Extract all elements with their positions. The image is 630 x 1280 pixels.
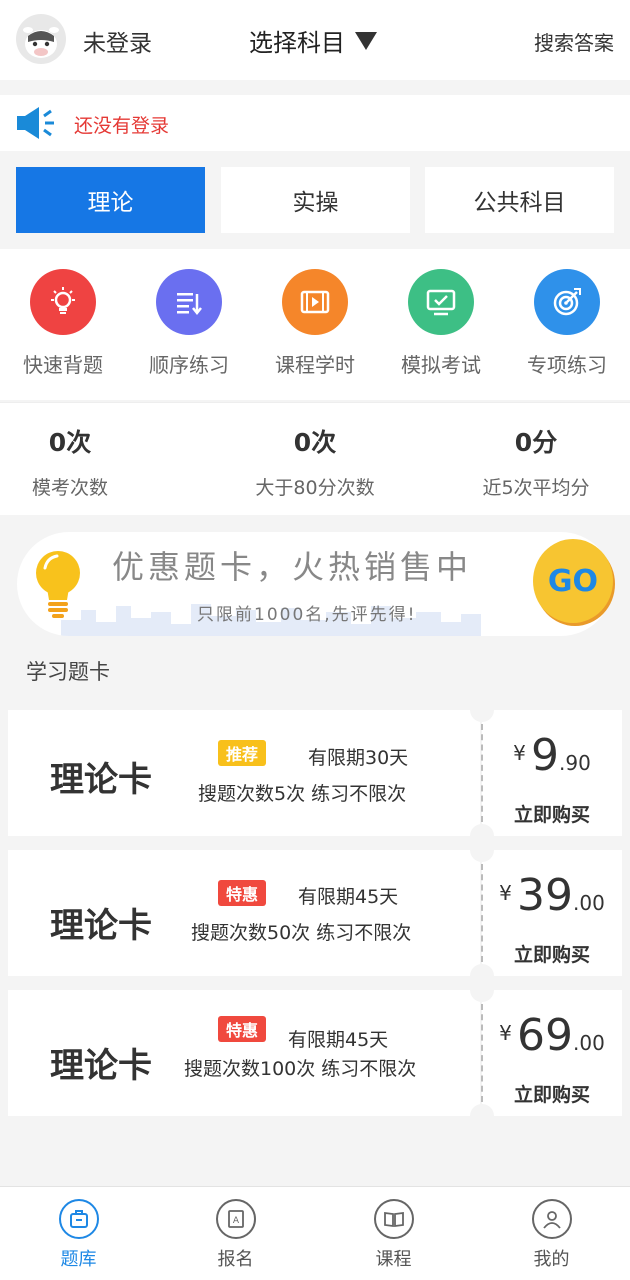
nav-question-bank[interactable]: 题库: [0, 1199, 157, 1271]
nav-label: 题库: [60, 1249, 97, 1270]
tab-public-subject[interactable]: 公共科目: [425, 167, 614, 233]
course-book-icon: [373, 1199, 414, 1239]
feature-grid: 快速背题 顺序练习 课程学时 模拟考试 专项练习: [0, 249, 630, 400]
buy-now-button[interactable]: 立即购买: [482, 940, 622, 967]
nav-register[interactable]: A 报名: [157, 1199, 314, 1271]
nav-label: 我的: [533, 1249, 570, 1270]
tab-theory[interactable]: 理论: [16, 167, 205, 233]
exam-stats: 0次 模考次数 0次 大于80分次数 0分 近5次平均分: [0, 402, 630, 515]
promo-title: 优惠题卡，火热销售中: [112, 548, 473, 586]
stat-value: 0分: [514, 428, 558, 457]
profile-icon: [531, 1199, 572, 1239]
register-icon: A: [215, 1199, 256, 1239]
list-order-icon: [156, 269, 222, 335]
avatar[interactable]: [16, 14, 66, 64]
nav-profile[interactable]: 我的: [473, 1199, 630, 1271]
nav-label: 课程: [375, 1249, 412, 1270]
buy-now-button[interactable]: 立即购买: [482, 800, 622, 827]
dropdown-triangle-icon: [355, 32, 377, 50]
card-description: 搜题次数50次 练习不限次: [191, 922, 412, 944]
card-price: ¥ 69.00: [482, 1010, 622, 1061]
go-label: GO: [547, 563, 599, 599]
lightbulb-icon: [30, 269, 96, 335]
lightbulb-icon: [31, 546, 85, 626]
nav-label: 报名: [217, 1249, 254, 1270]
cow-avatar-icon: [23, 27, 59, 58]
currency-symbol: ¥: [499, 1021, 512, 1045]
login-notice-bar[interactable]: 还没有登录: [0, 95, 630, 151]
question-bank-icon: [58, 1199, 99, 1239]
study-card: ¥ 39.00 立即购买 理论卡 特惠 有限期45天 搜题次数50次 练习不限次: [8, 838, 622, 988]
card-price: ¥ 39.00: [482, 870, 622, 921]
feature-label: 课程学时: [275, 353, 355, 377]
subject-select-label: 选择科目: [249, 29, 345, 57]
stat-avg-score: 0分 近5次平均分: [431, 423, 630, 500]
feature-special-practice[interactable]: 专项练习: [504, 269, 630, 378]
card-divider: [481, 864, 483, 962]
card-description: 搜题次数5次 练习不限次: [198, 783, 407, 805]
price-integer: 69: [517, 1010, 573, 1061]
card-name: 理论卡: [50, 1046, 152, 1086]
feature-label: 快速背题: [23, 353, 103, 377]
price-decimal: .90: [559, 751, 591, 775]
feature-label: 模拟考试: [401, 353, 481, 377]
special-offer-badge: 特惠: [218, 1016, 267, 1042]
card-price-panel[interactable]: ¥ 9.90 立即购买: [482, 710, 622, 836]
card-validity: 有限期45天: [298, 886, 399, 908]
buy-now-button[interactable]: 立即购买: [482, 1080, 622, 1107]
currency-symbol: ¥: [513, 741, 526, 765]
promo-banner[interactable]: 优惠题卡，火热销售中 只限前1000名,先评先得!: [17, 532, 613, 636]
monitor-check-icon: [408, 269, 474, 335]
stat-label: 模考次数: [31, 477, 108, 499]
price-decimal: .00: [573, 891, 605, 915]
special-offer-badge: 特惠: [218, 880, 267, 906]
promo-subtitle: 只限前1000名,先评先得!: [197, 605, 417, 625]
price-integer: 39: [517, 870, 573, 921]
card-validity: 有限期45天: [288, 1029, 389, 1051]
app-header: 未登录 选择科目 搜索答案: [0, 0, 630, 80]
tab-practical[interactable]: 实操: [221, 167, 410, 233]
feature-sequential-practice[interactable]: 顺序练习: [126, 269, 252, 378]
feature-quick-review[interactable]: 快速背题: [0, 269, 126, 378]
section-title-study-cards: 学习题卡: [26, 660, 110, 684]
card-description: 搜题次数100次 练习不限次: [184, 1058, 417, 1080]
notice-message: 还没有登录: [74, 115, 170, 137]
stat-label: 大于80分次数: [255, 477, 375, 499]
stat-value: 0次: [293, 428, 337, 457]
card-name: 理论卡: [50, 906, 152, 946]
speaker-icon: [14, 103, 58, 147]
bottom-nav: 题库 A 报名 课程 我的: [0, 1186, 630, 1280]
stat-label: 近5次平均分: [482, 477, 590, 499]
stat-over80-count: 0次 大于80分次数: [210, 423, 420, 500]
feature-mock-exam[interactable]: 模拟考试: [378, 269, 504, 378]
subject-tabs: 理论 实操 公共科目: [0, 151, 630, 249]
card-price-panel[interactable]: ¥ 69.00 立即购买: [482, 990, 622, 1116]
card-divider: [481, 1004, 483, 1102]
study-card: ¥ 69.00 立即购买 理论卡 特惠 有限期45天 搜题次数100次 练习不限…: [8, 978, 622, 1128]
feature-label: 顺序练习: [149, 353, 229, 377]
stat-mock-count: 0次 模考次数: [0, 423, 175, 500]
card-validity: 有限期30天: [308, 747, 409, 769]
nav-course[interactable]: 课程: [315, 1199, 472, 1271]
stat-value: 0次: [48, 428, 92, 457]
login-status[interactable]: 未登录: [83, 24, 152, 58]
subject-select[interactable]: 选择科目: [249, 23, 377, 58]
currency-symbol: ¥: [499, 881, 512, 905]
feature-course-hours[interactable]: 课程学时: [252, 269, 378, 378]
card-name: 理论卡: [50, 760, 152, 800]
price-integer: 9: [531, 730, 559, 781]
svg-text:A: A: [232, 1216, 239, 1226]
card-price-panel[interactable]: ¥ 39.00 立即购买: [482, 850, 622, 976]
search-answer-link[interactable]: 搜索答案: [534, 27, 614, 56]
card-price: ¥ 9.90: [482, 730, 622, 781]
study-card: ¥ 9.90 立即购买 理论卡 推荐 有限期30天 搜题次数5次 练习不限次: [8, 698, 622, 848]
feature-label: 专项练习: [527, 353, 607, 377]
price-decimal: .00: [573, 1031, 605, 1055]
card-divider: [481, 724, 483, 822]
target-icon: [534, 269, 600, 335]
video-icon: [282, 269, 348, 335]
recommend-badge: 推荐: [218, 740, 267, 766]
go-button[interactable]: GO: [533, 539, 613, 623]
